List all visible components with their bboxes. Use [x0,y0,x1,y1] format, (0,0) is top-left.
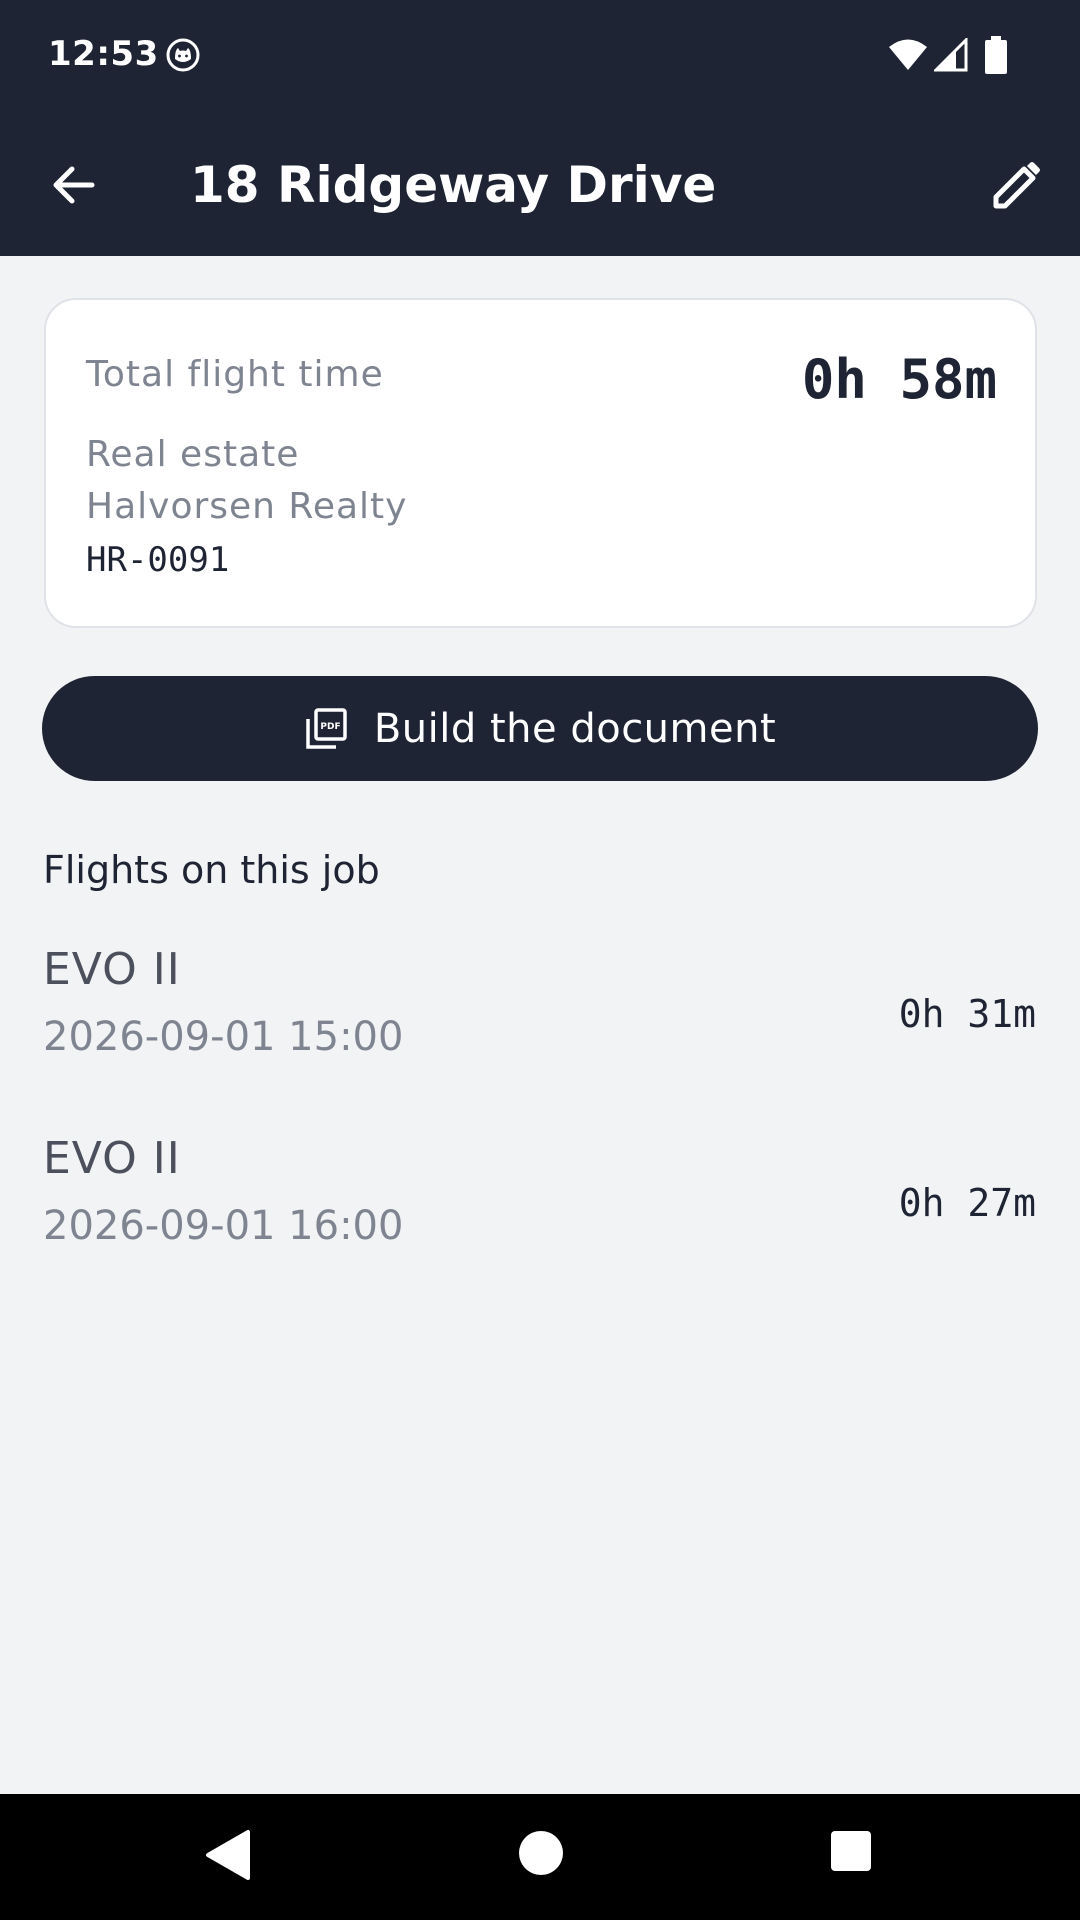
page-title: 18 Ridgeway Drive [190,156,717,214]
flight-datetime: 2026-09-01 16:00 [43,1203,404,1249]
flight-duration: 0h 27m [898,1181,1036,1225]
system-navigation-bar [0,1794,1080,1920]
signal-icon [934,38,968,72]
edit-button[interactable] [980,150,1052,222]
app-bar: 18 Ridgeway Drive [0,110,1080,256]
back-button[interactable] [38,150,108,220]
arrow-back-icon [53,166,95,204]
pencil-icon [993,162,1040,209]
job-category: Real estate [86,434,300,475]
nav-home-icon[interactable] [518,1830,564,1876]
build-document-label: Build the document [373,705,777,752]
total-flight-time-value: 0h 58m [801,348,997,411]
battery-icon [985,36,1007,74]
flight-duration: 0h 31m [898,992,1036,1036]
job-summary-card: Total flight time 0h 58m Real estate Hal… [44,298,1037,628]
flight-list-item[interactable]: EVO II 2026-09-01 16:00 0h 27m [0,1133,1080,1283]
nav-recents-icon[interactable] [830,1830,872,1872]
job-client: Halvorsen Realty [86,486,408,527]
flight-list-item[interactable]: EVO II 2026-09-01 15:00 0h 31m [0,944,1080,1094]
flights-section-heading: Flights on this job [43,848,380,892]
build-document-button[interactable]: PDF Build the document [42,676,1038,781]
nav-back-icon[interactable] [204,1828,254,1882]
wifi-icon [889,39,927,70]
flight-datetime: 2026-09-01 15:00 [43,1014,404,1060]
svg-text:PDF: PDF [320,722,340,732]
flight-drone-model: EVO II [43,1133,181,1184]
status-bar: 12:53 [0,0,1080,110]
status-time: 12:53 [48,34,159,74]
total-flight-time-label: Total flight time [86,354,384,395]
job-code: HR-0091 [86,540,230,580]
flight-drone-model: EVO II [43,944,181,995]
pdf-icon: PDF [306,707,347,749]
cat-notification-icon [166,38,200,72]
